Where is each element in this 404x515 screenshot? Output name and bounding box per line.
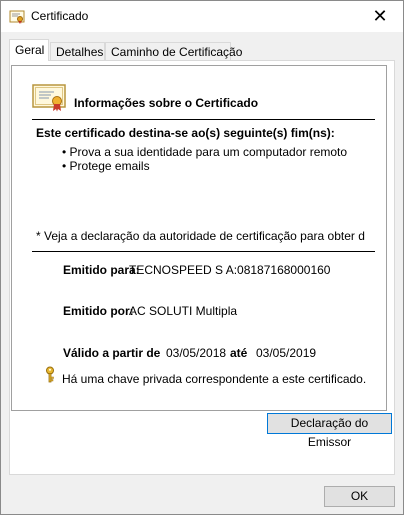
valid-from-value: 03/05/2018	[166, 346, 227, 360]
issued-by-value: AC SOLUTI Multipla	[129, 304, 238, 318]
certificate-dialog: Certificado ✕ Geral Detalhes Caminho de …	[0, 0, 404, 515]
key-icon	[46, 366, 54, 383]
issuer-statement-button[interactable]: Declaração do Emissor	[267, 413, 392, 449]
window-title: Certificado	[31, 9, 89, 23]
certificate-icon	[32, 84, 66, 112]
ca-statement-note: * Veja a declaração da autoridade de cer…	[36, 229, 365, 243]
ok-button-label: OK	[350, 489, 369, 503]
tab-general-label: Geral	[15, 43, 45, 57]
tab-certification-path[interactable]: Caminho de Certificação	[105, 42, 242, 60]
close-icon: ✕	[372, 6, 388, 27]
list-item: Protege emails	[62, 159, 347, 173]
valid-to-value: 03/05/2019	[256, 346, 317, 360]
certificate-info-heading: Informações sobre o Certificado	[74, 96, 259, 110]
purpose-title: Este certificado destina-se ao(s) seguin…	[36, 126, 335, 140]
tab-details-label: Detalhes	[56, 45, 104, 59]
valid-from-label: Válido a partir de	[63, 346, 161, 360]
divider-top	[32, 119, 375, 120]
ok-button[interactable]: OK	[324, 486, 395, 507]
issued-by-label: Emitido por:	[63, 304, 134, 318]
valid-to-label: até	[230, 346, 248, 360]
certificate-info-box: Informações sobre o Certificado Este cer…	[11, 65, 387, 411]
tab-details[interactable]: Detalhes	[50, 42, 105, 60]
tab-certification-path-label: Caminho de Certificação	[111, 45, 243, 59]
list-item: Prova a sua identidade para um computado…	[62, 145, 348, 159]
divider-bottom	[32, 251, 375, 252]
issued-to-value: TECNOSPEED S A:08187168000160	[129, 263, 331, 277]
title-bar: Certificado ✕	[1, 1, 403, 32]
certificate-icon	[9, 10, 25, 24]
private-key-text: Há uma chave privada correspondente a es…	[62, 372, 367, 386]
close-button[interactable]: ✕	[357, 1, 403, 32]
tab-general[interactable]: Geral	[9, 39, 49, 61]
purpose-list: Prova a sua identidade para um computado…	[62, 145, 348, 173]
